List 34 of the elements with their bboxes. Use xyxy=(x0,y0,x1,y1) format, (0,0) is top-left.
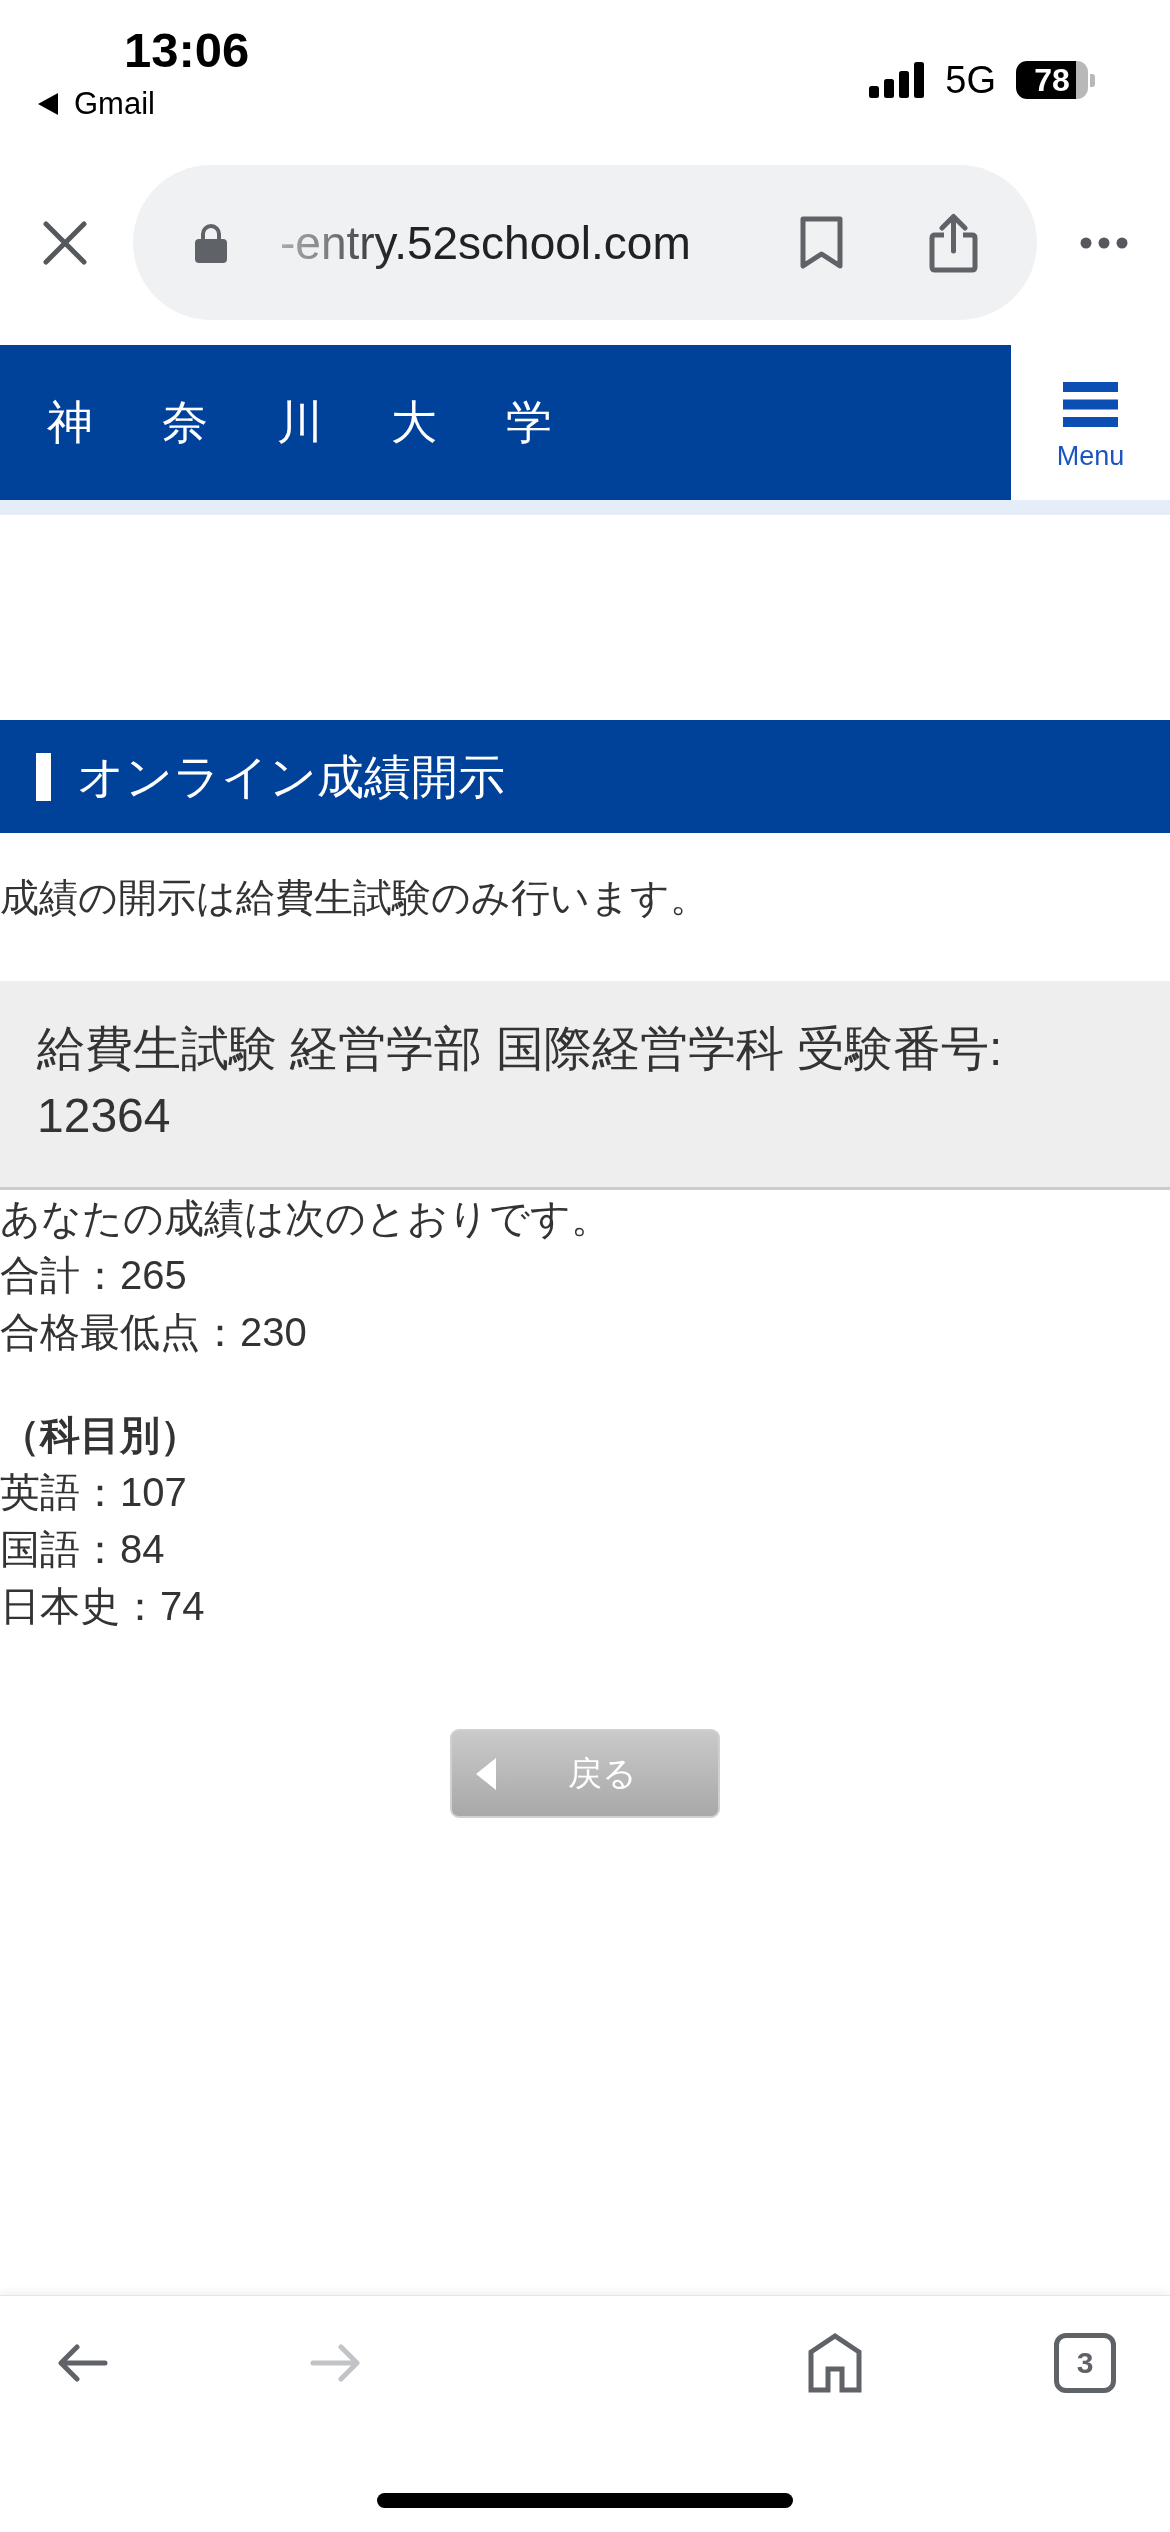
score-line: 英語：107 xyxy=(0,1469,187,1516)
score-line: 合計：265 xyxy=(0,1252,187,1299)
share-icon[interactable] xyxy=(929,212,978,273)
more-icon[interactable] xyxy=(1080,236,1128,249)
section-title: オンライン成績開示 xyxy=(77,748,505,805)
signal-icon xyxy=(869,62,926,98)
exam-info-panel: 給費生試験 経営学部 国際経営学科 受験番号: 12364 xyxy=(0,981,1170,1190)
subject-heading: （科目別） xyxy=(0,1412,200,1459)
lock-icon xyxy=(195,222,227,263)
home-button[interactable] xyxy=(808,2333,862,2393)
home-icon xyxy=(808,2333,862,2393)
left-arrow-icon xyxy=(58,2343,108,2383)
vertical-bar-icon xyxy=(36,752,51,801)
browser-back-button[interactable] xyxy=(58,2343,108,2383)
close-icon xyxy=(43,220,87,265)
network-type: 5G xyxy=(945,60,996,100)
notice-text: 成績の開示は給費生試験のみ行います。 xyxy=(0,875,710,921)
tabs-button[interactable]: 3 xyxy=(1054,2333,1116,2393)
triangle-icon xyxy=(38,93,58,115)
score-line: 国語：84 xyxy=(0,1526,165,1573)
results-intro: あなたの成績は次のとおりです。 xyxy=(0,1195,611,1242)
site-title[interactable]: 神 奈 川 大 学 xyxy=(47,391,581,454)
back-to-app-link[interactable]: Gmail xyxy=(38,86,155,122)
right-arrow-icon xyxy=(310,2343,360,2383)
status-time: 13:06 xyxy=(124,22,250,79)
score-line: 合格最低点：230 xyxy=(0,1309,307,1356)
url-text: -entry.52school.com xyxy=(280,215,692,271)
menu-icon xyxy=(1063,382,1118,427)
caret-icon xyxy=(476,1757,496,1790)
close-button[interactable] xyxy=(43,220,87,265)
bookmark-icon[interactable] xyxy=(800,216,843,269)
score-line: 日本史：74 xyxy=(0,1583,205,1630)
battery-indicator: 78 xyxy=(1016,61,1095,99)
address-bar[interactable]: -entry.52school.com xyxy=(133,165,1037,320)
